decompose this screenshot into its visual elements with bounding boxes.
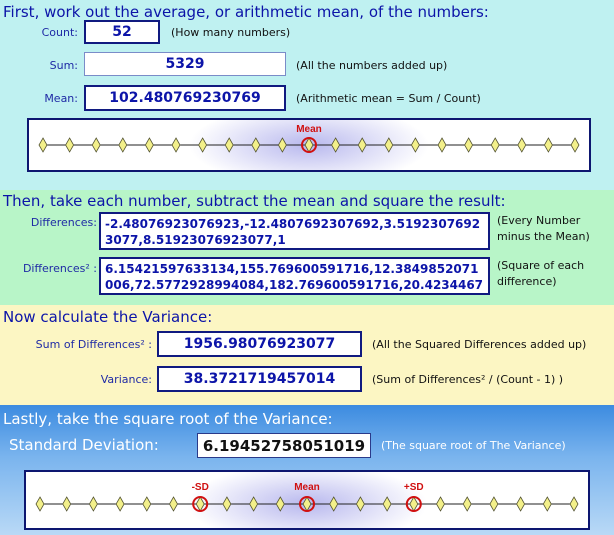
count-note: (How many numbers)	[171, 26, 291, 39]
data-point-diamond	[118, 137, 128, 153]
differences-field[interactable]: -2.48076923076923,-12.4807692307692,3.51…	[99, 212, 490, 250]
sum-label: Sum:	[49, 59, 78, 72]
squared-differences-field[interactable]: 6.15421597633134,155.769600591716,12.384…	[99, 257, 490, 295]
data-point-diamond	[171, 137, 181, 153]
data-point-diamond	[62, 496, 72, 512]
variance-field[interactable]: 38.3721719457014	[157, 366, 362, 392]
data-point-diamond	[517, 137, 527, 153]
mean-label: Mean:	[44, 92, 78, 105]
step1-heading: First, work out the average, or arithmet…	[3, 3, 489, 21]
standard-deviation-label: Standard Deviation:	[9, 436, 159, 454]
data-point-diamond	[142, 496, 152, 512]
data-point-diamond	[88, 496, 98, 512]
data-point-diamond	[490, 137, 500, 153]
mean-field[interactable]: 102.480769230769	[84, 85, 286, 111]
squared-note-line1: (Square of each	[497, 259, 585, 272]
sd-number-line: -SD Mean +SD	[24, 470, 590, 530]
mean-section: First, work out the average, or arithmet…	[0, 0, 614, 190]
differences-note-line2: minus the Mean)	[497, 230, 590, 243]
variance-note: (Sum of Differences² / (Count - 1) )	[372, 373, 564, 386]
mean-label: Mean	[294, 482, 320, 493]
data-point-diamond	[65, 137, 75, 153]
count-label: Count:	[41, 26, 78, 39]
standard-deviation-section: Lastly, take the square root of the Vari…	[0, 405, 614, 535]
mean-note: (Arithmetic mean = Sum / Count)	[296, 92, 481, 105]
squared-note-line2: difference)	[497, 275, 557, 288]
data-point-diamond	[437, 137, 447, 153]
sum-of-differences-note: (All the Squared Differences added up)	[372, 338, 587, 351]
data-point-diamond	[35, 496, 45, 512]
differences-section: Then, take each number, subtract the mea…	[0, 190, 614, 305]
data-point-diamond	[91, 137, 101, 153]
data-point-diamond	[569, 496, 579, 512]
step3-heading: Now calculate the Variance:	[3, 308, 213, 326]
sum-note: (All the numbers added up)	[296, 59, 448, 72]
data-point-diamond	[570, 137, 580, 153]
plus-sd-label: +SD	[404, 482, 424, 493]
sum-field[interactable]: 5329	[84, 52, 286, 76]
count-field[interactable]: 52	[84, 20, 160, 44]
data-point-diamond	[462, 496, 472, 512]
data-point-diamond	[464, 137, 474, 153]
differences-note-line1: (Every Number	[497, 214, 581, 227]
squared-differences-label: Differences² :	[22, 262, 97, 275]
differences-label: Differences:	[30, 216, 97, 229]
data-point-diamond	[144, 137, 154, 153]
variance-section: Now calculate the Variance: Sum of Diffe…	[0, 305, 614, 405]
data-point-diamond	[489, 496, 499, 512]
standard-deviation-note: (The square root of The Variance)	[381, 439, 566, 452]
standard-deviation-field[interactable]: 6.19452758051019	[197, 433, 371, 458]
sum-of-differences-label: Sum of Differences² :	[35, 338, 152, 351]
data-point-diamond	[38, 137, 48, 153]
mean-number-line: Mean	[27, 118, 591, 172]
minus-sd-label: -SD	[192, 482, 209, 493]
data-point-diamond	[115, 496, 125, 512]
mean-label: Mean	[296, 124, 322, 135]
data-point-diamond	[543, 137, 553, 153]
variance-label: Variance:	[100, 373, 152, 386]
step2-heading: Then, take each number, subtract the mea…	[3, 192, 506, 210]
sum-of-differences-field[interactable]: 1956.98076923077	[157, 331, 362, 357]
data-point-diamond	[436, 496, 445, 512]
data-point-diamond	[169, 496, 178, 512]
step4-heading: Lastly, take the square root of the Vari…	[3, 410, 333, 428]
data-point-diamond	[516, 496, 526, 512]
data-point-diamond	[542, 496, 552, 512]
